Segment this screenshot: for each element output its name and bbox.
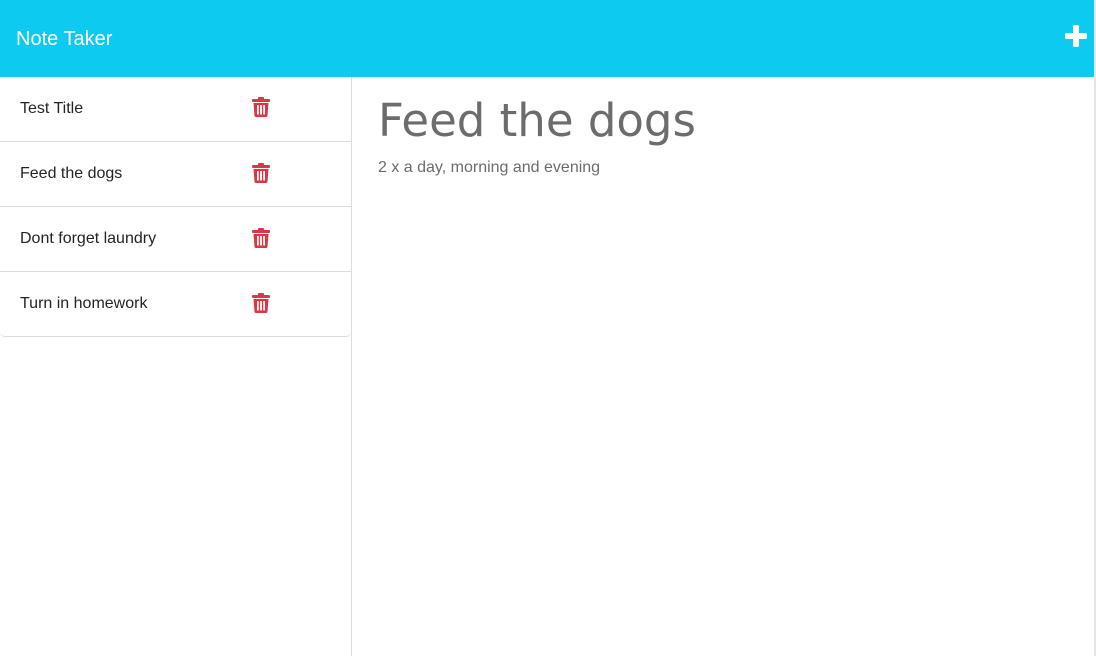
delete-note-button[interactable] [252,228,270,248]
app-title[interactable]: Note Taker [16,27,112,51]
list-item[interactable]: Feed the dogs [0,141,351,206]
notes-sidebar: Test Title Feed the dogs Dont forget lau… [0,77,352,656]
trash-icon [252,293,270,313]
list-item[interactable]: Turn in homework [0,271,351,336]
note-list-title: Turn in homework [20,295,148,312]
list-item[interactable]: Dont forget laundry [0,206,351,271]
note-list-title: Feed the dogs [20,165,123,182]
note-list-title: Test Title [20,100,84,117]
trash-icon [252,97,270,117]
note-title-input[interactable]: Feed the dogs [378,92,1078,150]
plus-icon [1065,25,1087,47]
note-editor: Feed the dogs 2 x a day, morning and eve… [352,77,1094,656]
new-note-button[interactable] [1064,24,1088,48]
trash-icon [252,163,270,183]
delete-note-button[interactable] [252,97,270,117]
trash-icon [252,228,270,248]
note-list: Test Title Feed the dogs Dont forget lau… [0,77,351,337]
delete-note-button[interactable] [252,163,270,183]
list-item[interactable]: Test Title [0,77,351,141]
note-list-title: Dont forget laundry [20,230,157,247]
delete-note-button[interactable] [252,293,270,313]
note-text-area[interactable]: 2 x a day, morning and evening [378,158,1078,638]
navbar: Note Taker [0,0,1094,77]
